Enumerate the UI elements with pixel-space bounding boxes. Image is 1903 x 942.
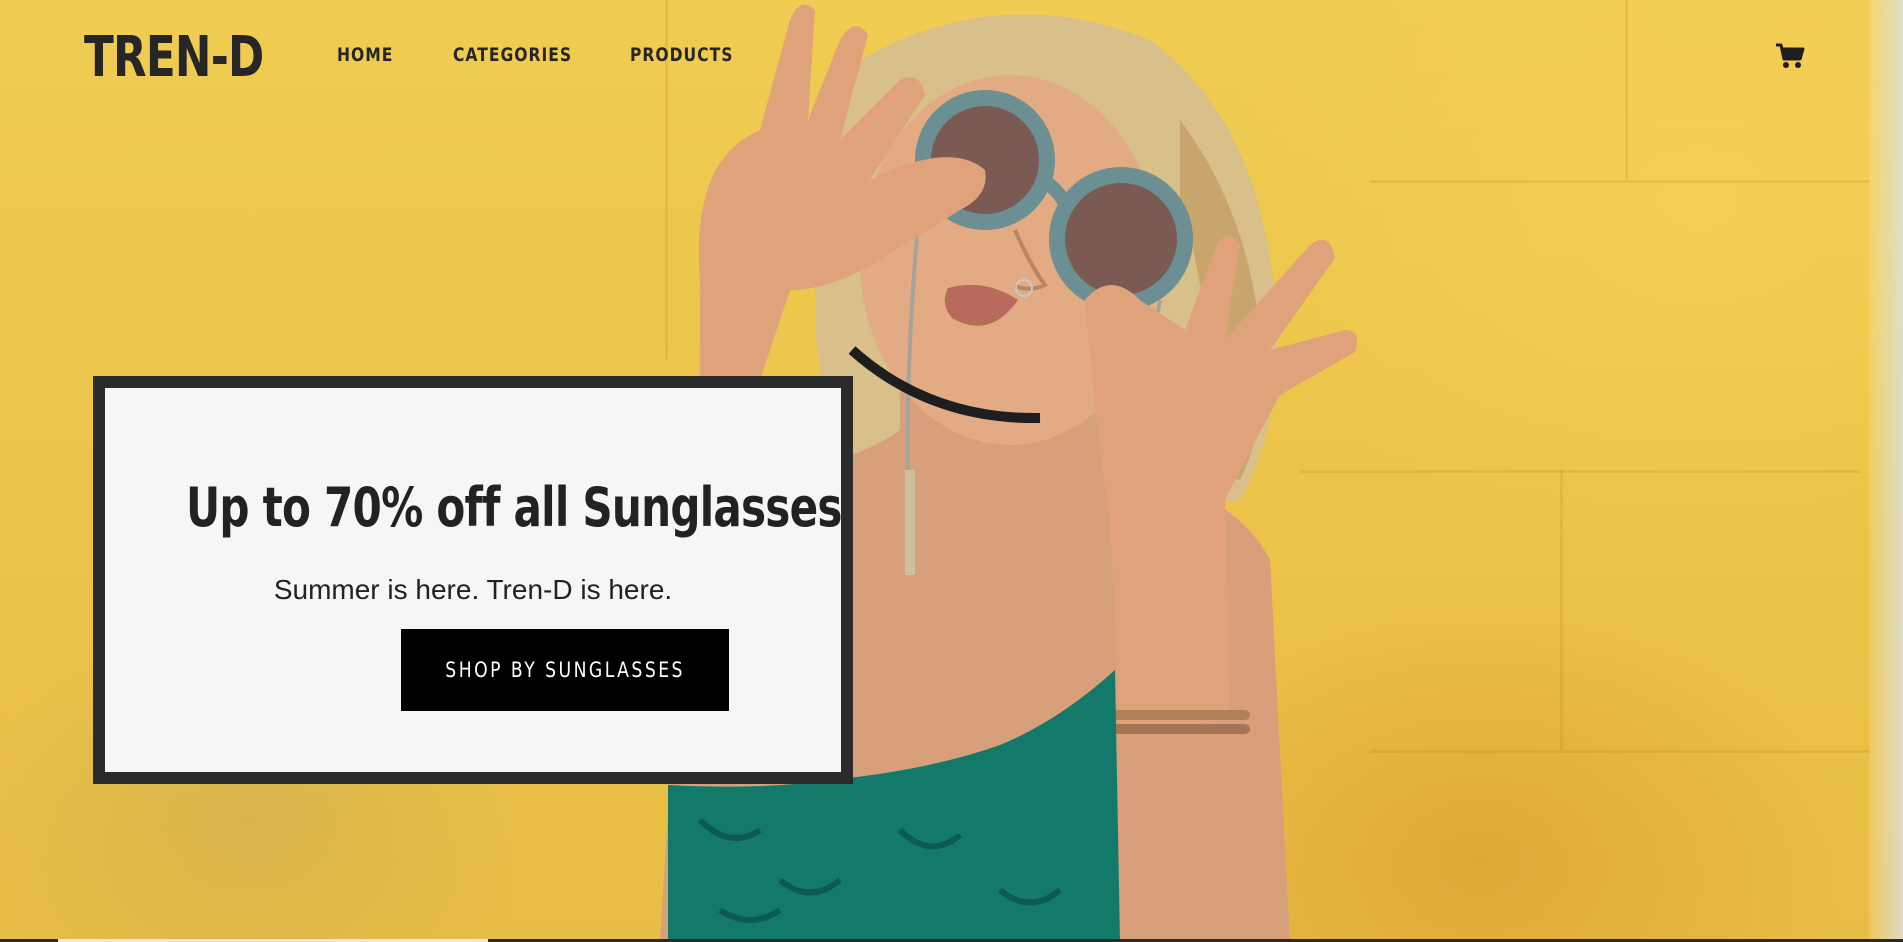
shop-sunglasses-label: SHOP BY SUNGLASSES — [445, 658, 685, 682]
nav-categories-link[interactable]: CATEGORIES — [453, 44, 572, 66]
nav-home-link[interactable]: HOME — [337, 44, 393, 66]
shop-sunglasses-button[interactable]: SHOP BY SUNGLASSES — [401, 629, 729, 711]
promo-card: Up to 70% off all Sunglasses Summer is h… — [93, 376, 853, 784]
top-navigation: TREN-D HOME CATEGORIES PRODUCTS — [0, 0, 1903, 115]
hero-section: TREN-D HOME CATEGORIES PRODUCTS Up to 70… — [0, 0, 1903, 942]
promo-title: Up to 70% off all Sunglasses — [185, 476, 842, 539]
cart-icon[interactable] — [1775, 42, 1805, 70]
promo-subtitle: Summer is here. Tren-D is here. — [273, 574, 673, 605]
nav-products-link[interactable]: PRODUCTS — [630, 44, 733, 66]
brand-logo[interactable]: TREN-D — [84, 22, 264, 94]
